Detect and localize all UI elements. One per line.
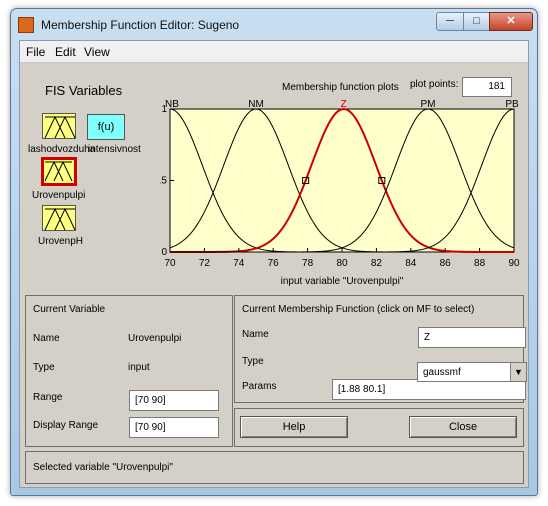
x-tick-label: 78 <box>302 258 314 269</box>
window-close-button[interactable]: ✕ <box>489 12 533 31</box>
mf-name-label: Name <box>242 329 269 340</box>
x-tick-label: 70 <box>164 258 176 269</box>
output-var-label: intensivnost <box>88 144 141 155</box>
matlab-icon <box>18 17 34 33</box>
mf-plots-label: Membership function plots <box>282 82 399 93</box>
menu-edit[interactable]: Edit <box>55 45 76 59</box>
client-area: File Edit View FIS Variables lashodvozdu… <box>19 40 529 488</box>
minimize-button[interactable]: ─ <box>436 12 464 31</box>
x-tick-label: 74 <box>233 258 245 269</box>
y-tick-label: 1 <box>161 104 167 115</box>
status-panel: Selected variable "Urovenpulpi" <box>25 451 524 484</box>
mf-plot[interactable]: NB NM Z PM PB 70 72 74 76 78 80 82 84 86 88 90 0 0.5 1 in… <box>160 99 530 287</box>
display-range-input[interactable]: [70 90] <box>129 417 219 438</box>
close-button[interactable]: Close <box>409 416 517 438</box>
buttons-panel: Help Close <box>234 408 524 447</box>
mf-label-z[interactable]: Z <box>341 99 347 110</box>
mf-params-label: Params <box>242 381 277 392</box>
input-var-urovenph[interactable] <box>42 205 76 231</box>
plot-points-input[interactable]: 181 <box>462 77 512 97</box>
input-var-label: Urovenpulpi <box>32 190 86 201</box>
mf-type-select[interactable]: gaussmf ▼ <box>417 362 527 382</box>
x-tick-label: 88 <box>474 258 486 269</box>
input-var-urovenpulpi[interactable] <box>41 157 77 186</box>
x-tick-label: 84 <box>405 258 417 269</box>
menu-view[interactable]: View <box>84 45 110 59</box>
mf-name-input[interactable]: Z <box>418 327 526 348</box>
input-var-lashodvozduha[interactable] <box>42 113 76 139</box>
x-tick-label: 82 <box>371 258 383 269</box>
plot-area <box>169 108 515 253</box>
input-var-label: UrovenpH <box>38 236 84 247</box>
x-tick-label: 72 <box>199 258 211 269</box>
x-tick-label: 76 <box>268 258 280 269</box>
range-label: Range <box>33 392 63 403</box>
current-mf-heading: Current Membership Function (click on MF… <box>242 304 475 315</box>
range-input[interactable]: [70 90] <box>129 390 219 411</box>
fis-variables-heading: FIS Variables <box>45 83 123 98</box>
mf-label-pm[interactable]: PM <box>421 99 436 110</box>
current-mf-panel: Current Membership Function (click on MF… <box>234 295 526 403</box>
maximize-button[interactable]: □ <box>463 12 490 31</box>
mf-shape-icon <box>44 160 73 182</box>
var-type-value: input <box>128 362 150 373</box>
mf-params-input[interactable]: [1.88 80.1] <box>332 379 526 400</box>
var-name-value: Urovenpulpi <box>128 333 182 344</box>
input-var-label: lashodvozduha <box>28 144 96 155</box>
x-axis-label: input variable "Urovenpulpi" <box>281 276 404 287</box>
current-variable-heading: Current Variable <box>33 304 106 315</box>
var-type-label: Type <box>33 362 55 373</box>
status-text: Selected variable "Urovenpulpi" <box>33 462 173 473</box>
display-range-label: Display Range <box>33 420 99 431</box>
menu-file[interactable]: File <box>26 45 45 59</box>
mf-type-label: Type <box>242 356 264 367</box>
mf-editor-window: Membership Function Editor: Sugeno ─ □ ✕… <box>10 8 538 496</box>
window-title: Membership Function Editor: Sugeno <box>41 18 240 32</box>
mf-type-value: gaussmf <box>423 367 461 378</box>
title-bar[interactable]: Membership Function Editor: Sugeno ─ □ ✕ <box>11 9 537 41</box>
y-tick-label: 0.5 <box>160 176 167 187</box>
mf-shape-icon <box>44 115 76 139</box>
x-tick-label: 90 <box>508 258 520 269</box>
mf-label-pb[interactable]: PB <box>505 99 519 110</box>
menu-bar: File Edit View <box>20 41 528 63</box>
mf-label-nm[interactable]: NM <box>248 99 264 110</box>
current-variable-panel: Current Variable Name Urovenpulpi Type i… <box>25 295 233 447</box>
mf-shape-icon <box>44 207 76 231</box>
plot-points-label: plot points: <box>410 79 459 90</box>
output-var-intensivnost[interactable]: f(u) <box>87 114 125 140</box>
y-tick-label: 0 <box>161 247 167 258</box>
chevron-down-icon[interactable]: ▼ <box>510 363 526 381</box>
x-tick-label: 86 <box>440 258 452 269</box>
help-button[interactable]: Help <box>240 416 348 438</box>
x-tick-label: 80 <box>336 258 348 269</box>
mf-label-nb[interactable]: NB <box>165 99 179 110</box>
var-name-label: Name <box>33 333 60 344</box>
